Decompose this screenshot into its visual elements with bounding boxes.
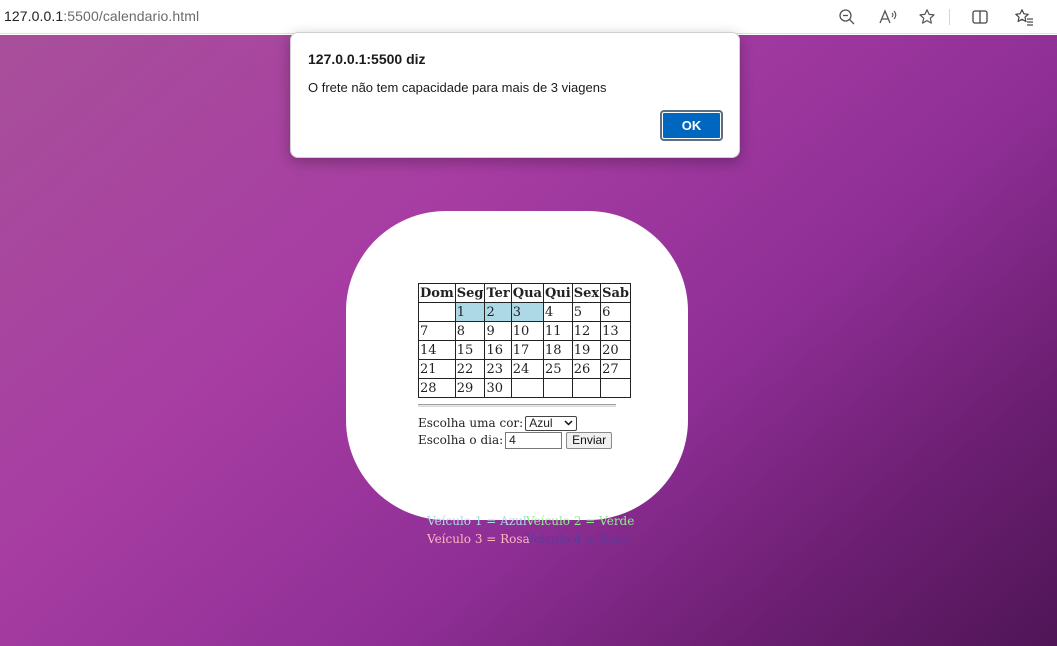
day-cell: 16 <box>484 340 512 360</box>
weekday-header: Ter <box>484 283 512 303</box>
legend-vehicle-3: Veículo 3 = Rosa <box>427 532 530 546</box>
day-cell: 23 <box>484 359 512 379</box>
calendar-week-row: 7 8 9 10 11 12 13 <box>418 321 632 341</box>
empty-day-cell <box>542 378 573 398</box>
weekday-header: Qui <box>542 283 573 303</box>
calendar-header-row: Dom Seg Ter Qua Qui Sex Sab <box>418 283 632 303</box>
empty-day-cell <box>510 378 544 398</box>
day-cell: 30 <box>484 378 512 398</box>
calendar-week-row: 21 22 23 24 25 26 27 <box>418 359 632 379</box>
day-cell: 5 <box>571 302 602 322</box>
day-cell: 27 <box>600 359 632 379</box>
empty-day-cell <box>571 378 602 398</box>
weekday-header: Sex <box>571 283 602 303</box>
empty-day-cell <box>418 302 456 322</box>
legend-vehicle-1: Veículo 1 = Azul <box>427 514 527 528</box>
weekday-header: Dom <box>418 283 456 303</box>
day-cell: 28 <box>418 378 456 398</box>
day-label: Escolha o dia: <box>418 433 504 447</box>
color-select-value: Azul <box>529 416 553 430</box>
chevron-down-icon <box>564 418 573 430</box>
address-bar[interactable]: 127.0.0.1:5500/calendario.html <box>4 8 199 24</box>
day-cell: 9 <box>484 321 512 341</box>
day-cell: 26 <box>571 359 602 379</box>
color-label: Escolha uma cor: <box>418 416 524 430</box>
legend-vehicle-4: Veículo 4 = Roxo <box>526 532 630 546</box>
empty-day-cell <box>600 378 632 398</box>
day-cell: 1 <box>454 302 486 322</box>
day-input-value: 4 <box>509 433 516 447</box>
day-cell: 14 <box>418 340 456 360</box>
calendar-week-row: 14 15 16 17 18 19 20 <box>418 340 632 360</box>
day-form-row: Escolha o dia: 4 Enviar <box>418 430 613 450</box>
calendar-table: Dom Seg Ter Qua Qui Sex Sab 1 2 3 4 5 6 7 8 9 10 11 12 13 1… <box>418 283 632 398</box>
day-cell: 3 <box>510 302 544 322</box>
favorites-list-icon[interactable] <box>1012 5 1036 29</box>
day-cell: 2 <box>484 302 512 322</box>
day-cell: 7 <box>418 321 456 341</box>
day-cell: 21 <box>418 359 456 379</box>
day-input[interactable]: 4 <box>505 431 563 449</box>
weekday-header: Qua <box>510 283 544 303</box>
favorite-star-icon[interactable] <box>915 5 939 29</box>
dialog-message: O frete não tem capacidade para mais de … <box>308 80 607 95</box>
day-cell: 19 <box>571 340 602 360</box>
color-select[interactable]: Azul <box>525 415 578 431</box>
day-cell: 20 <box>600 340 632 360</box>
day-cell: 11 <box>542 321 573 341</box>
split-screen-icon[interactable] <box>968 5 992 29</box>
day-cell: 12 <box>571 321 602 341</box>
day-cell: 29 <box>454 378 486 398</box>
day-cell: 4 <box>542 302 573 322</box>
day-cell: 10 <box>510 321 544 341</box>
url-path: :5500/calendario.html <box>63 8 200 24</box>
day-cell: 8 <box>454 321 486 341</box>
url-host: 127.0.0.1 <box>4 8 64 24</box>
calendar-week-row: 28 29 30 <box>418 378 632 398</box>
calendar-card: Dom Seg Ter Qua Qui Sex Sab 1 2 3 4 5 6 7 8 9 10 11 12 13 1… <box>346 211 688 546</box>
zoom-out-icon[interactable] <box>835 5 859 29</box>
day-cell: 25 <box>542 359 573 379</box>
calendar-week-row: 123456 <box>418 302 632 322</box>
read-aloud-icon[interactable] <box>876 5 900 29</box>
day-cell: 18 <box>542 340 573 360</box>
submit-button[interactable]: Enviar <box>566 431 613 449</box>
ok-button[interactable]: OK <box>660 110 723 141</box>
day-cell: 22 <box>454 359 486 379</box>
legend-vehicle-2: Veículo 2 = Verde <box>526 514 635 528</box>
divider <box>418 404 616 407</box>
dialog-title: 127.0.0.1:5500 diz <box>308 51 426 67</box>
weekday-header: Seg <box>454 283 486 303</box>
day-cell: 13 <box>600 321 632 341</box>
day-cell: 17 <box>510 340 544 360</box>
weekday-header: Sab <box>600 283 632 303</box>
day-cell: 24 <box>510 359 544 379</box>
browser-toolbar: 127.0.0.1:5500/calendario.html <box>0 0 1057 34</box>
alert-dialog: 127.0.0.1:5500 diz O frete não tem capac… <box>290 32 740 158</box>
day-cell: 15 <box>454 340 486 360</box>
day-cell: 6 <box>600 302 632 322</box>
toolbar-separator <box>949 9 950 25</box>
